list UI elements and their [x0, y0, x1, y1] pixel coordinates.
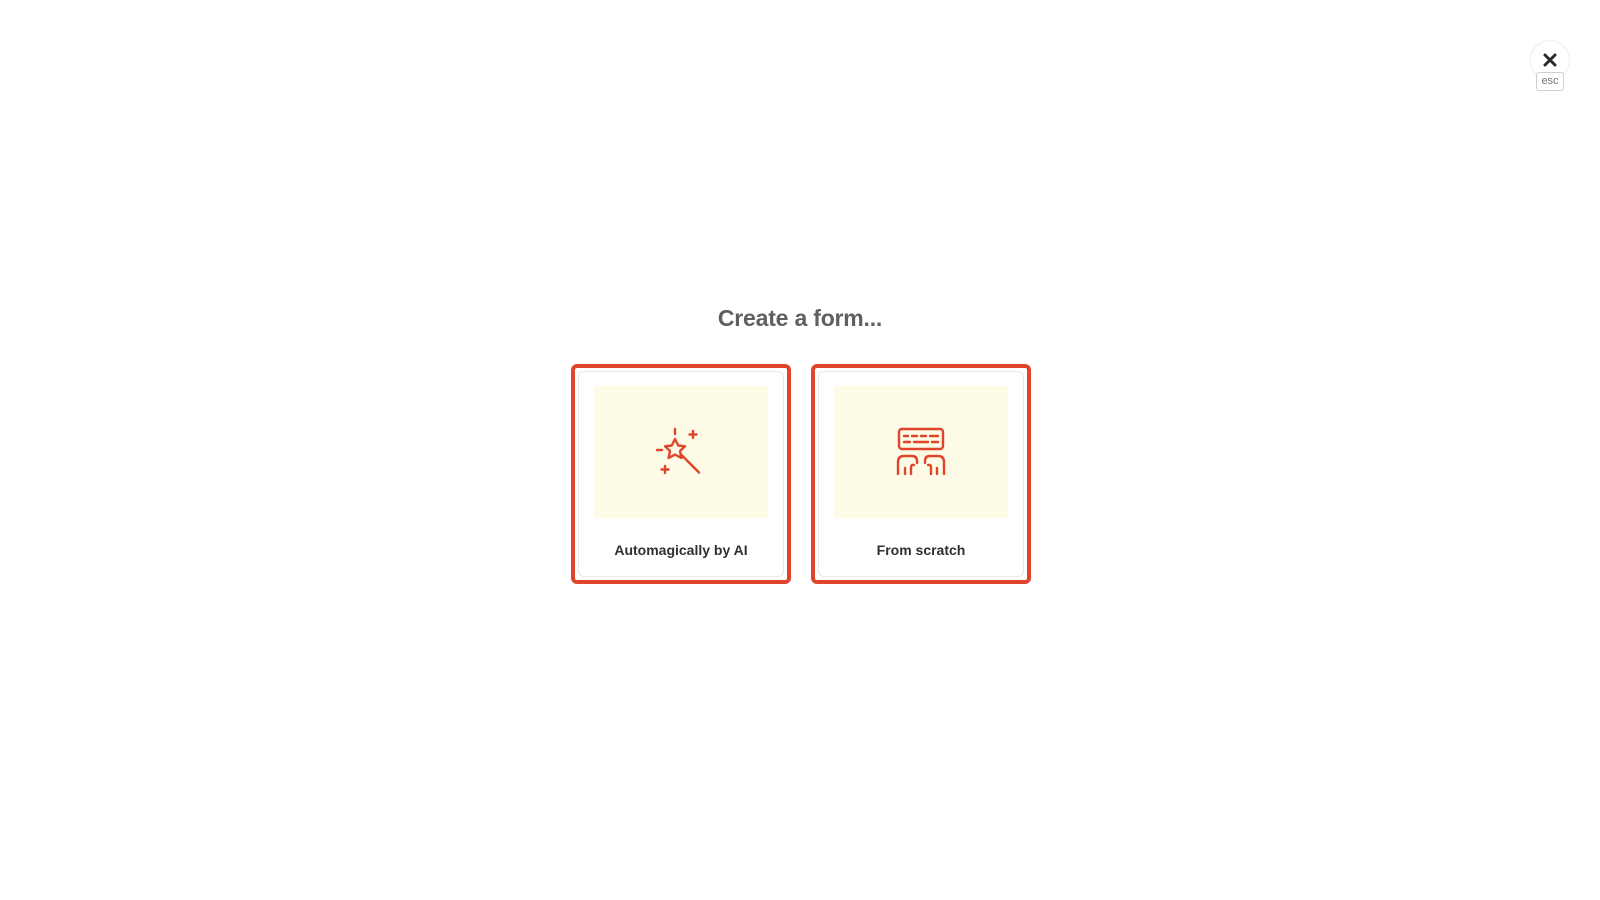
- keyboard-typing-icon: [896, 427, 946, 476]
- option-scratch-label: From scratch: [876, 542, 966, 558]
- close-button[interactable]: esc: [1528, 40, 1572, 91]
- option-scratch-illustration: [834, 386, 1008, 518]
- creation-options: Automagically by AI From scratch: [571, 364, 1031, 584]
- option-scratch-button[interactable]: From scratch: [811, 364, 1031, 584]
- page-title: Create a form...: [717, 305, 883, 331]
- close-icon: [1543, 53, 1557, 67]
- magic-wand-icon: [655, 427, 701, 475]
- option-scratch-card[interactable]: From scratch: [818, 371, 1024, 577]
- option-ai-illustration: [594, 386, 768, 518]
- create-form-dialog: esc Create a form... Automagically by AI…: [0, 0, 1600, 900]
- esc-shortcut-hint: esc: [1536, 72, 1564, 91]
- option-ai-button[interactable]: Automagically by AI: [571, 364, 791, 584]
- option-ai-label: Automagically by AI: [614, 542, 748, 558]
- option-ai-card[interactable]: Automagically by AI: [578, 371, 784, 577]
